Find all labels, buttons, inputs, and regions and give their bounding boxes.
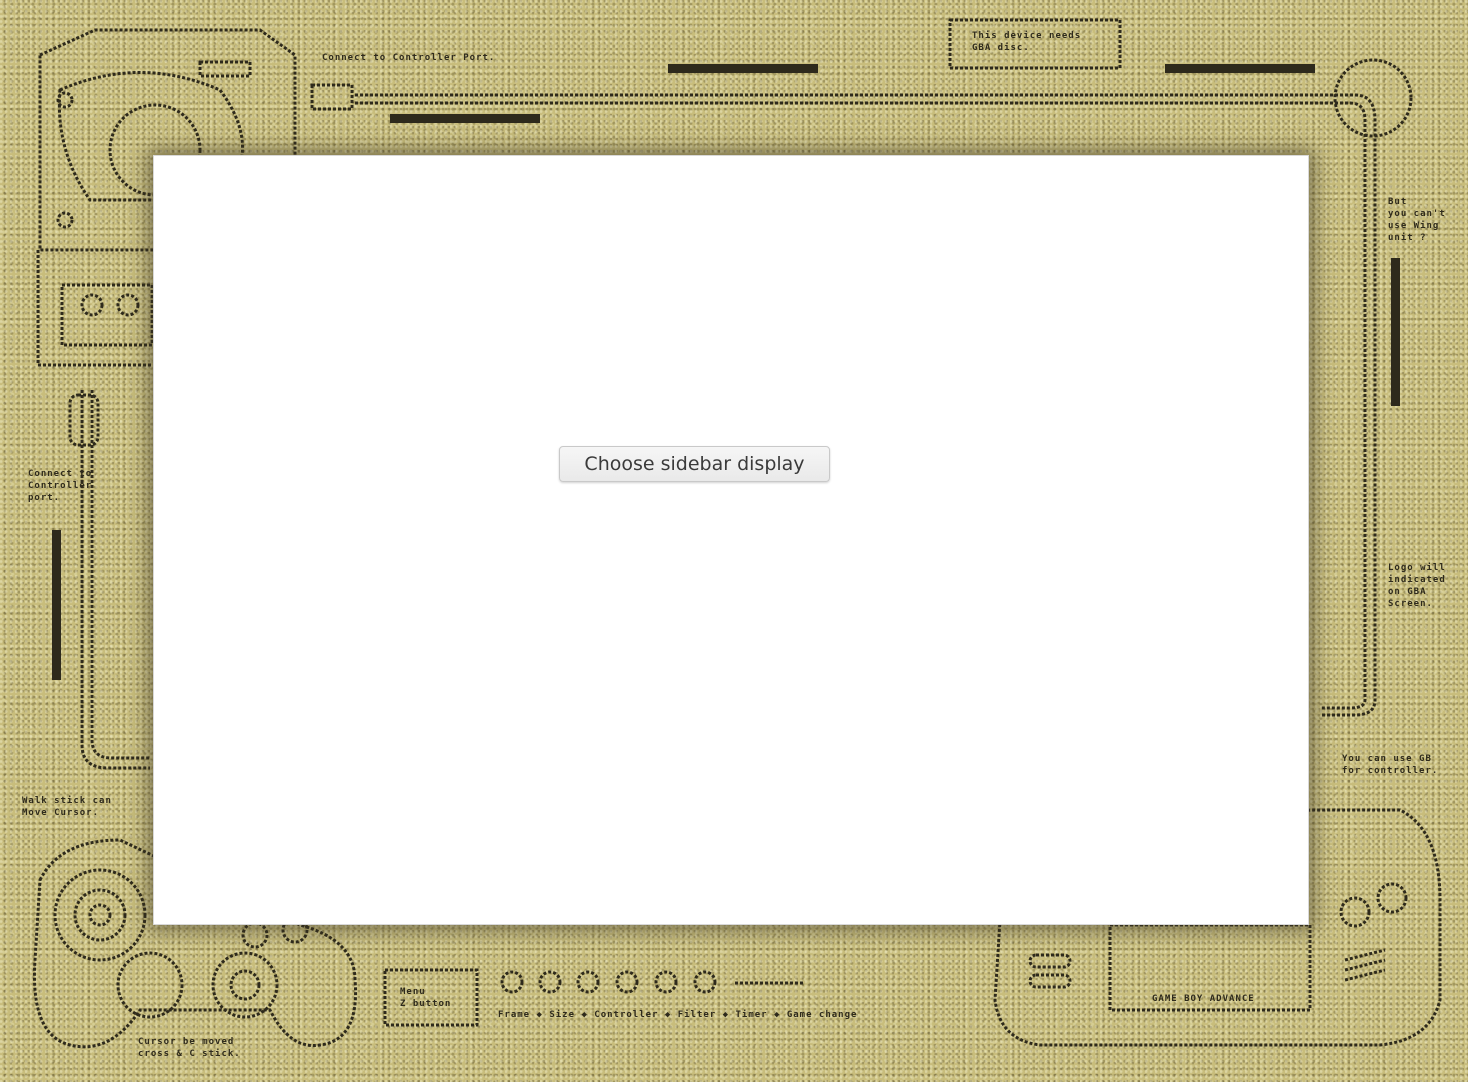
decorative-frame-background: Connect to Controller Port. This device … — [0, 0, 1468, 1082]
choose-sidebar-display-button[interactable]: Choose sidebar display — [559, 446, 830, 482]
note-connect-controller: Connect to Controller port. — [28, 469, 93, 503]
note-connect-port: Connect to Controller Port. — [322, 53, 496, 63]
note-logo: Logo will indicated on GBA Screen. — [1388, 563, 1446, 609]
gba-logo-label: GAME BOY ADVANCE — [1152, 994, 1255, 1004]
note-gb-controller: You can use GB for controller. — [1342, 754, 1439, 776]
note-cursor: Cursor be moved cross & C stick. — [138, 1037, 241, 1059]
circle-dots-icon — [1333, 58, 1413, 138]
note-gba-disc: This device needs GBA disc. — [972, 31, 1082, 53]
note-walk-stick: Walk stick can Move Cursor. — [22, 796, 112, 818]
note-wing-unit: But you can't use Wing unit ? — [1388, 197, 1446, 243]
note-legend: Frame ◆ Size ◆ Controller ◆ Filter ◆ Tim… — [498, 1010, 858, 1020]
note-menu-button: Menu Z button — [400, 987, 452, 1009]
sidebar-display-screen — [153, 155, 1309, 925]
